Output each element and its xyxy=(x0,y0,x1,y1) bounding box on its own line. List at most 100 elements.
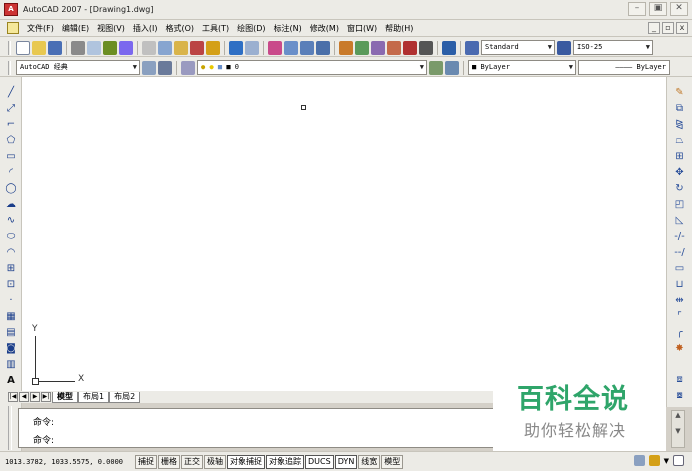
tool-palettes-icon[interactable] xyxy=(371,40,385,55)
zoom-previous-icon[interactable] xyxy=(316,40,330,55)
text-style-icon[interactable] xyxy=(465,40,479,55)
help-icon[interactable] xyxy=(442,40,456,55)
dyn-toggle[interactable]: DYN xyxy=(334,454,358,469)
match-properties-icon[interactable] xyxy=(190,40,204,55)
ortho-toggle[interactable]: 正交 xyxy=(181,454,204,469)
lock-toolbar-icon[interactable] xyxy=(648,455,660,466)
dimension-style-icon[interactable] xyxy=(557,40,571,55)
region-icon[interactable]: ◙ xyxy=(5,343,17,355)
new-icon[interactable] xyxy=(16,40,30,55)
polygon-icon[interactable]: ⬠ xyxy=(5,135,17,147)
table-icon[interactable]: ▥ xyxy=(5,359,17,371)
line-icon[interactable]: ╱ xyxy=(5,87,17,99)
zoom-window-icon[interactable] xyxy=(300,40,314,55)
copy-clip-icon[interactable] xyxy=(158,40,172,55)
revision-cloud-icon[interactable]: ☁ xyxy=(5,199,17,211)
menu-help[interactable]: 帮助(H) xyxy=(381,21,417,36)
coordinate-readout[interactable]: 1013.3782, 1033.5575, 0.0000 xyxy=(5,458,123,466)
close-button[interactable]: ✕ xyxy=(670,2,688,16)
layer-previous-icon[interactable] xyxy=(445,60,459,75)
draw-order-icon[interactable]: ⧈ xyxy=(673,373,686,386)
spline-icon[interactable]: ∿ xyxy=(5,215,17,227)
mirror-icon[interactable]: ⧎ xyxy=(673,118,686,131)
make-block-icon[interactable]: ⊡ xyxy=(5,279,17,291)
workspace-select[interactable]: AutoCAD 经典 ▼ xyxy=(16,60,140,75)
erase-icon[interactable]: ✎ xyxy=(673,86,686,99)
ducs-toggle[interactable]: DUCS xyxy=(305,454,334,469)
publish-icon[interactable] xyxy=(103,40,117,55)
calculator-icon[interactable] xyxy=(419,40,433,55)
toolbar-grip[interactable] xyxy=(8,60,11,75)
pan-icon[interactable] xyxy=(268,40,282,55)
zoom-realtime-icon[interactable] xyxy=(284,40,298,55)
my-workspace-icon[interactable] xyxy=(158,60,172,75)
drawing-canvas[interactable]: Y X xyxy=(22,77,666,391)
markup-icon[interactable] xyxy=(403,40,417,55)
offset-icon[interactable]: ⏢ xyxy=(673,134,686,147)
otrack-toggle[interactable]: 对象追踪 xyxy=(266,454,305,469)
communication-center-icon[interactable] xyxy=(633,455,645,466)
autocad-app-icon[interactable]: A xyxy=(4,3,18,16)
menu-tools[interactable]: 工具(T) xyxy=(198,21,233,36)
menu-view[interactable]: 视图(V) xyxy=(93,21,129,36)
plot-preview-icon[interactable] xyxy=(87,40,101,55)
doc-minimize-button[interactable]: _ xyxy=(648,22,660,34)
menu-dimension[interactable]: 标注(N) xyxy=(270,21,306,36)
command-window-grip[interactable] xyxy=(8,406,12,450)
menu-insert[interactable]: 插入(I) xyxy=(129,21,162,36)
menu-draw[interactable]: 绘图(D) xyxy=(233,21,269,36)
layer-select[interactable]: ● ● ■ ■ 0 ▼ xyxy=(197,60,427,75)
osnap-toggle[interactable]: 对象捕捉 xyxy=(227,454,266,469)
rectangle-icon[interactable]: ▭ xyxy=(5,151,17,163)
command-prompt[interactable]: 命令: xyxy=(33,433,54,446)
design-center-icon[interactable] xyxy=(355,40,369,55)
sheet-set-icon[interactable] xyxy=(387,40,401,55)
join-icon[interactable]: ⇹ xyxy=(673,294,686,307)
copy-icon[interactable]: ⧉ xyxy=(673,102,686,115)
scale-icon[interactable]: ◰ xyxy=(673,198,686,211)
grid-toggle[interactable]: 栅格 xyxy=(158,454,181,469)
doc-close-button[interactable]: x xyxy=(676,22,688,34)
rotate-icon[interactable]: ↻ xyxy=(673,182,686,195)
construction-line-icon[interactable]: ⤢ xyxy=(5,103,17,115)
last-tab-button[interactable]: ▶| xyxy=(41,392,51,402)
minimize-button[interactable]: – xyxy=(628,2,646,16)
text-style-select[interactable]: Standard ▼ xyxy=(481,40,555,55)
block-editor-icon[interactable] xyxy=(206,40,220,55)
maximize-button[interactable]: ▣ xyxy=(649,2,667,16)
color-select[interactable]: ■ ByLayer ▼ xyxy=(468,60,576,75)
ellipse-icon[interactable]: ⬭ xyxy=(5,231,17,243)
menu-edit[interactable]: 编辑(E) xyxy=(58,21,93,36)
cut-icon[interactable] xyxy=(142,40,156,55)
linetype-select[interactable]: ———— ByLayer xyxy=(578,60,670,75)
paste-icon[interactable] xyxy=(174,40,188,55)
send-to-back-icon[interactable]: ⧇ xyxy=(673,389,686,402)
open-icon[interactable] xyxy=(32,40,46,55)
previous-tab-button[interactable]: ◀ xyxy=(19,392,29,402)
explode-icon[interactable]: ✸ xyxy=(673,342,686,355)
menu-window[interactable]: 窗口(W) xyxy=(343,21,381,36)
command-scrollbar[interactable]: ▲ ▼ xyxy=(671,410,685,448)
model-toggle[interactable]: 模型 xyxy=(381,454,404,469)
tray-menu-arrow-icon[interactable]: ▼ xyxy=(664,457,669,465)
dimension-style-select[interactable]: ISO-25 ▼ xyxy=(573,40,653,55)
menu-modify[interactable]: 修改(M) xyxy=(306,21,343,36)
ellipse-arc-icon[interactable]: ◠ xyxy=(5,247,17,259)
chamfer-icon[interactable]: ⌜ xyxy=(673,310,686,323)
next-tab-button[interactable]: ▶ xyxy=(30,392,40,402)
first-tab-button[interactable]: |◀ xyxy=(8,392,18,402)
trim-icon[interactable]: -/- xyxy=(673,230,686,243)
polyline-icon[interactable]: ⌐ xyxy=(5,119,17,131)
polar-toggle[interactable]: 极轴 xyxy=(204,454,227,469)
gradient-icon[interactable]: ▤ xyxy=(5,327,17,339)
circle-icon[interactable]: ◯ xyxy=(5,183,17,195)
menu-file[interactable]: 文件(F) xyxy=(23,21,58,36)
tab-model[interactable]: 模型 xyxy=(52,391,78,403)
stretch-icon[interactable]: ◺ xyxy=(673,214,686,227)
clean-screen-icon[interactable] xyxy=(673,455,684,466)
move-icon[interactable]: ✥ xyxy=(673,166,686,179)
insert-block-icon[interactable]: ⊞ xyxy=(5,263,17,275)
plot-icon[interactable] xyxy=(71,40,85,55)
hatch-icon[interactable]: ▦ xyxy=(5,311,17,323)
doc-restore-button[interactable]: ▫ xyxy=(662,22,674,34)
